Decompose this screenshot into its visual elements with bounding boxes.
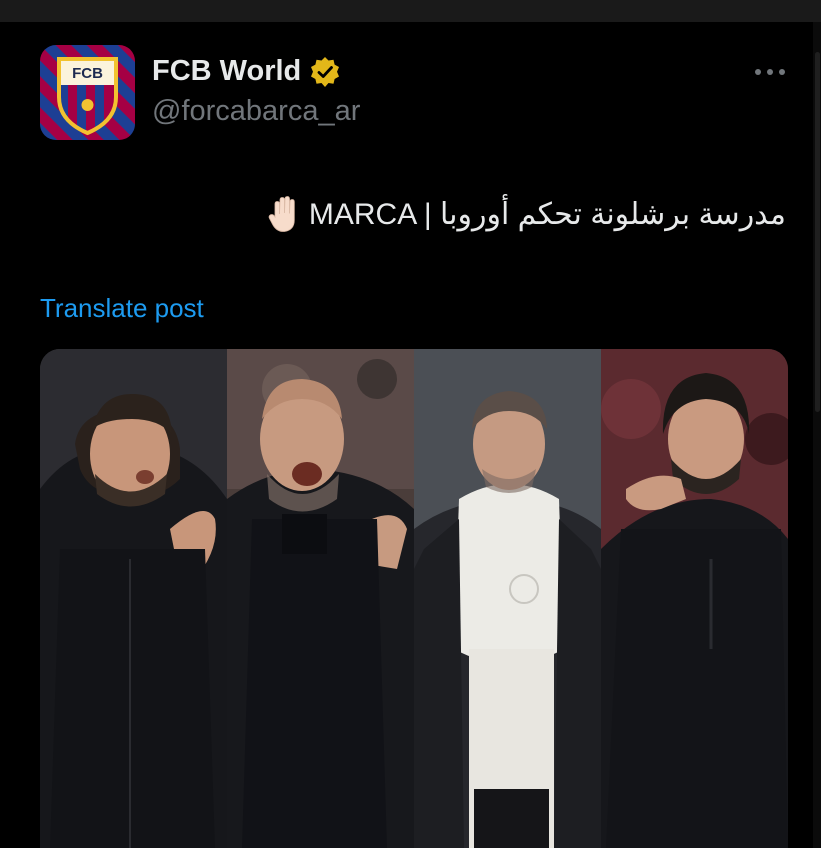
more-dot-icon [755, 69, 761, 75]
author-handle[interactable]: @forcabarca_ar [152, 95, 360, 128]
author-name[interactable]: FCB World [152, 55, 301, 88]
scrollbar-track[interactable] [813, 22, 821, 848]
author-name-row[interactable]: FCB World [152, 55, 341, 88]
coach-photo-3-image [414, 349, 601, 848]
coach-photo-1-image [40, 349, 227, 848]
post-body: MARCA | مدرسة برشلونة تحكم أوروبا [267, 195, 786, 233]
more-dot-icon [767, 69, 773, 75]
more-dot-icon [779, 69, 785, 75]
scrollbar-thumb[interactable] [815, 52, 820, 412]
avatar[interactable]: FCB [40, 45, 135, 140]
verified-badge-icon[interactable] [309, 56, 341, 88]
coach-photo-4[interactable] [601, 349, 788, 848]
coach-photo-2-image [227, 349, 414, 848]
post-media-image[interactable] [40, 349, 788, 848]
status-bar [0, 0, 821, 22]
coach-photo-3[interactable] [414, 349, 601, 848]
more-options-button[interactable] [755, 60, 785, 84]
avatar-text: FCB [72, 65, 103, 82]
fcb-crest-icon: FCB [40, 45, 135, 140]
coach-photo-1[interactable] [40, 349, 227, 848]
translate-post-link[interactable]: Translate post [40, 293, 204, 324]
coach-photo-2[interactable] [227, 349, 414, 848]
post-text: MARCA | مدرسة برشلونة تحكم أوروبا [308, 197, 786, 231]
coach-photo-4-image [601, 349, 788, 848]
raised-hand-emoji-icon [268, 196, 295, 232]
